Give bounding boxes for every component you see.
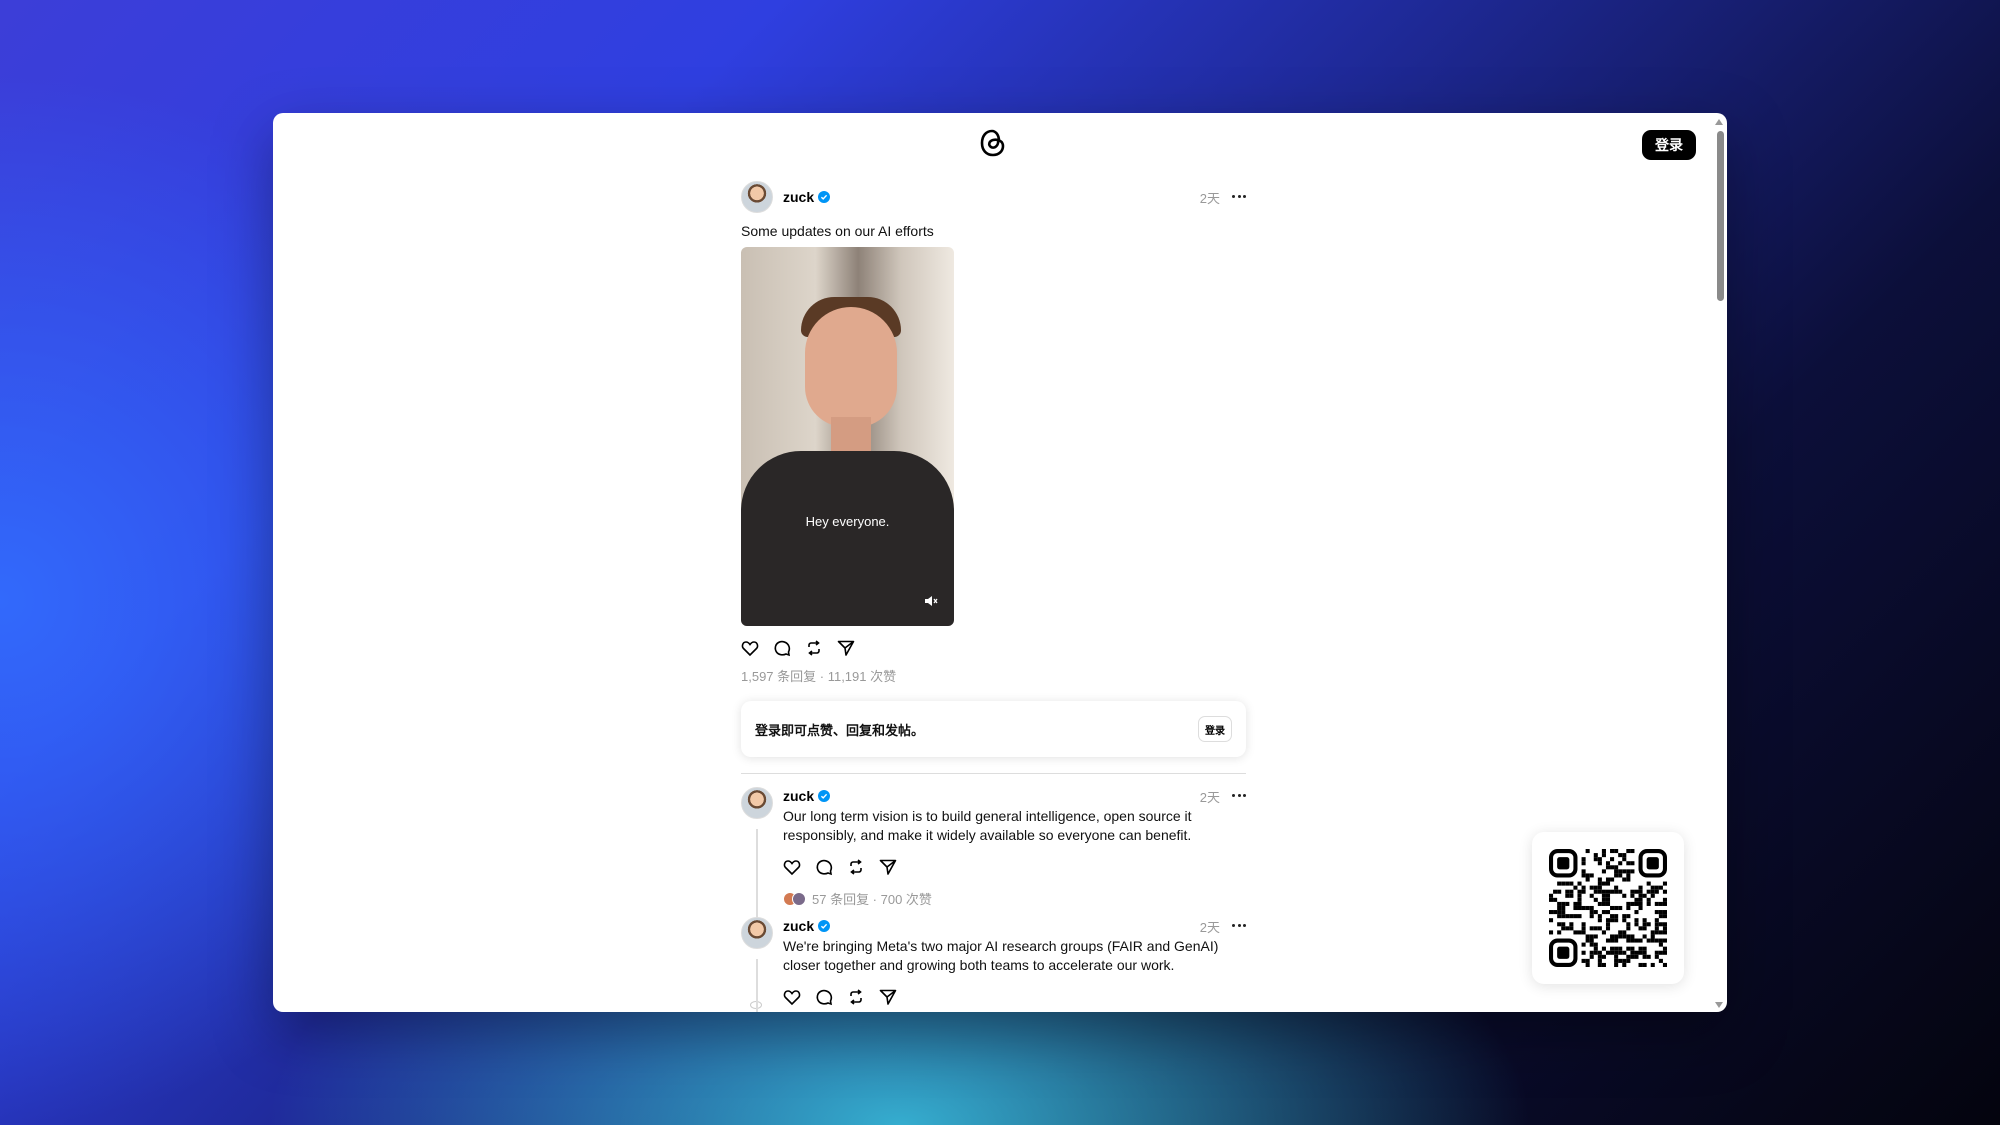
heart-icon[interactable] <box>783 858 801 876</box>
post-video[interactable]: Hey everyone. <box>741 247 954 626</box>
scroll-down-arrow-icon[interactable] <box>1715 1002 1723 1008</box>
reply-time: 2天 <box>1199 919 1220 935</box>
username[interactable]: zuck <box>783 189 814 205</box>
reply-text: Our long term vision is to build general… <box>783 808 1192 843</box>
login-prompt-message: 登录即可点赞、回复和发帖。 <box>755 722 925 738</box>
post-stats[interactable]: 1,597 条回复 · 11,191 次赞 <box>741 666 1246 685</box>
divider <box>741 773 1246 774</box>
prompt-login-button[interactable]: 登录 <box>1198 716 1232 742</box>
reply-header: zuck 2天 <box>783 917 1246 935</box>
post-time: 2天 <box>1199 190 1220 206</box>
verified-badge-icon <box>818 920 831 932</box>
more-options-icon[interactable] <box>1232 195 1246 199</box>
verified-badge-icon <box>818 191 831 203</box>
threads-logo-icon[interactable] <box>979 128 1007 158</box>
avatar[interactable] <box>741 181 773 213</box>
username[interactable]: zuck <box>783 918 814 934</box>
comment-icon[interactable] <box>815 988 833 1006</box>
reply-header: zuck 2天 <box>783 787 1246 805</box>
reply-item: zuck 2天 We're bringing Meta's two major … <box>741 917 1246 1012</box>
reply-actions <box>783 987 1246 1007</box>
share-icon[interactable] <box>837 639 855 657</box>
repost-icon[interactable] <box>847 858 865 876</box>
reply-text: We're bringing Meta's two major AI resea… <box>783 938 1219 973</box>
avatar[interactable] <box>741 787 773 819</box>
thread-line <box>756 959 758 1012</box>
heart-icon[interactable] <box>741 639 759 657</box>
mute-icon[interactable] <box>924 594 938 608</box>
qr-code-icon <box>1549 849 1667 967</box>
comment-icon[interactable] <box>815 858 833 876</box>
avatar <box>792 891 806 906</box>
login-button[interactable]: 登录 <box>1642 130 1696 160</box>
more-options-icon[interactable] <box>1232 924 1246 928</box>
post-header: zuck 2天 <box>741 181 1246 213</box>
reply-stats: 57 条回复 · 700 次赞 <box>812 892 932 907</box>
video-caption: Hey everyone. <box>805 514 890 529</box>
reply-item: zuck 2天 Our long term vision is to build… <box>741 787 1246 1009</box>
login-prompt-card: 登录即可点赞、回复和发帖。 登录 <box>741 701 1246 757</box>
browser-window: 登录 zuck 2天 Some updates on our AI effort… <box>273 113 1727 1012</box>
share-icon[interactable] <box>879 858 897 876</box>
verified-badge-icon <box>818 790 831 802</box>
reply-time: 2天 <box>1199 789 1220 805</box>
thread-line <box>756 829 758 919</box>
heart-icon[interactable] <box>783 988 801 1006</box>
scroll-thumb[interactable] <box>1717 131 1724 301</box>
qr-code-card[interactable] <box>1532 832 1684 984</box>
post-actions <box>741 638 1246 658</box>
repost-icon[interactable] <box>805 639 823 657</box>
reply-actions <box>783 857 1246 877</box>
scroll-up-arrow-icon[interactable] <box>1715 119 1723 125</box>
repost-icon[interactable] <box>847 988 865 1006</box>
scrollbar[interactable] <box>1713 113 1727 1012</box>
share-icon[interactable] <box>879 988 897 1006</box>
more-options-icon[interactable] <box>1232 794 1246 798</box>
reply-stats-row[interactable]: 57 条回复 · 700 次赞 <box>783 889 1246 908</box>
username[interactable]: zuck <box>783 788 814 804</box>
main-post: zuck 2天 Some updates on our AI efforts H… <box>741 181 1246 685</box>
post-text: Some updates on our AI efforts <box>741 223 934 239</box>
avatar[interactable] <box>741 917 773 949</box>
comment-icon[interactable] <box>773 639 791 657</box>
